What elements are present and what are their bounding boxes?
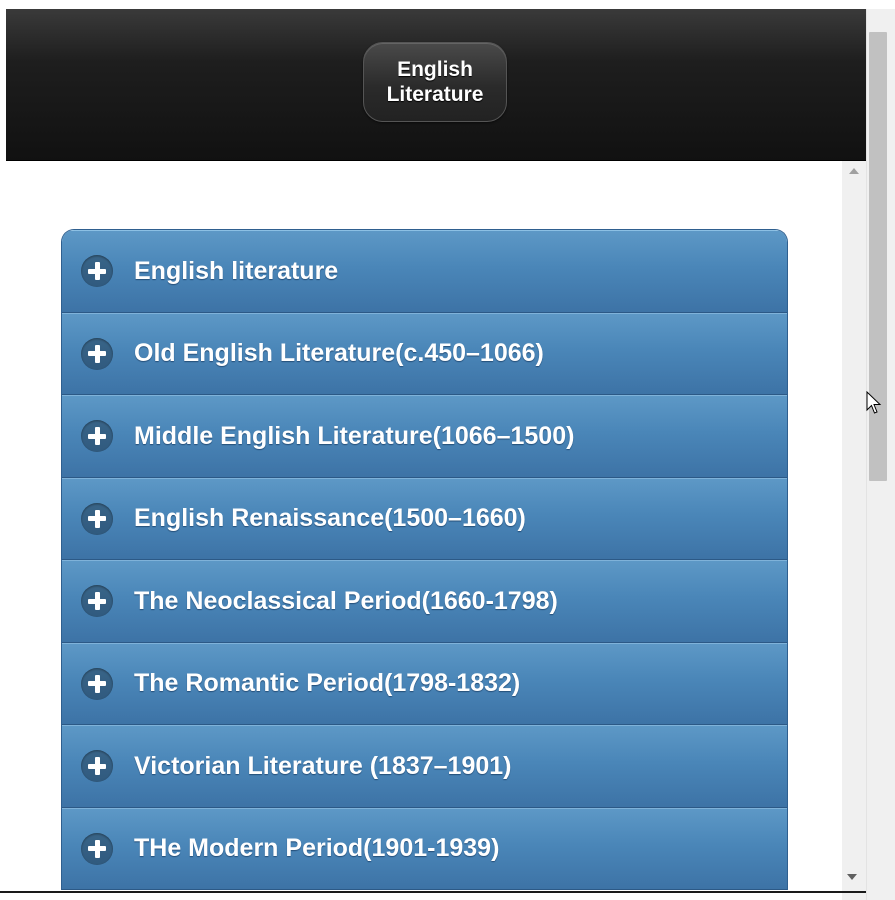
scroll-up-arrow-icon[interactable] — [849, 168, 859, 174]
accordion-item[interactable]: Middle English Literature(1066–1500) — [62, 395, 787, 478]
window-bottom-border — [0, 891, 866, 893]
accordion-item-label: The Romantic Period(1798-1832) — [134, 669, 521, 698]
scroll-down-arrow-icon[interactable] — [847, 874, 857, 880]
mouse-cursor-icon — [866, 391, 882, 414]
accordion-item[interactable]: The Neoclassical Period(1660-1798) — [62, 560, 787, 643]
plus-icon — [81, 337, 113, 370]
plus-icon — [81, 667, 113, 700]
accordion-item[interactable]: English Renaissance(1500–1660) — [62, 477, 787, 560]
plus-icon — [81, 502, 113, 535]
plus-icon — [81, 420, 113, 453]
accordion-item-label: Middle English Literature(1066–1500) — [134, 421, 575, 450]
accordion-item-label: The Neoclassical Period(1660-1798) — [134, 586, 558, 615]
plus-icon — [81, 585, 113, 618]
accordion-item[interactable]: The Romantic Period(1798-1832) — [62, 642, 787, 725]
main-content: English literature Old English Literatur… — [6, 161, 842, 900]
browser-window: English Literature English literature Ol… — [0, 0, 895, 900]
plus-icon — [81, 750, 113, 783]
accordion-item-label: Old English Literature(c.450–1066) — [134, 339, 544, 368]
accordion-item[interactable]: THe Modern Period(1901-1939) — [62, 807, 787, 890]
accordion-item-label: English Renaissance(1500–1660) — [134, 504, 526, 533]
accordion-list: English literature Old English Literatur… — [61, 229, 788, 890]
inner-scrollbar[interactable] — [842, 161, 868, 900]
accordion-item[interactable]: English literature — [62, 230, 787, 313]
accordion-item-label: Victorian Literature (1837–1901) — [134, 751, 512, 780]
accordion-item[interactable]: Victorian Literature (1837–1901) — [62, 725, 787, 808]
header-title-button[interactable]: English Literature — [363, 42, 507, 122]
app-header: English Literature — [6, 9, 866, 161]
plus-icon — [81, 832, 113, 865]
accordion-item-label: THe Modern Period(1901-1939) — [134, 834, 500, 863]
accordion-item[interactable]: Old English Literature(c.450–1066) — [62, 312, 787, 395]
window-top-edge — [0, 0, 895, 9]
accordion-item-label: English literature — [134, 256, 339, 285]
plus-icon — [81, 255, 113, 288]
